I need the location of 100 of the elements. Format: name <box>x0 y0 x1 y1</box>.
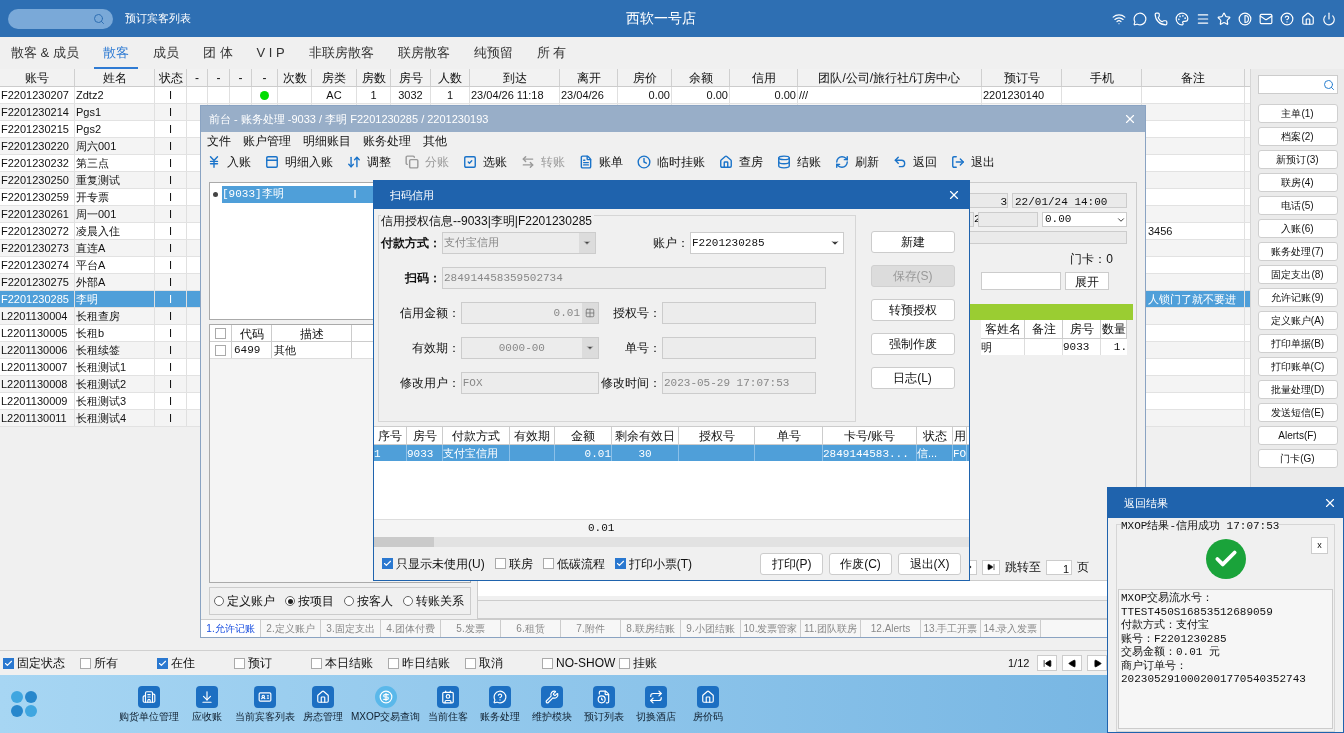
sidebar-button[interactable]: 档案(2) <box>1257 127 1338 146</box>
column-header[interactable]: - <box>230 69 252 86</box>
column-header[interactable]: - <box>252 69 278 86</box>
dock-item[interactable]: 当前住客 <box>423 685 474 723</box>
select-field[interactable]: F2201230285 <box>690 232 844 254</box>
toolbar-button[interactable]: 账单 <box>579 153 623 171</box>
checkbox[interactable] <box>542 657 553 669</box>
column-header[interactable]: 序号 <box>374 427 407 444</box>
dismiss-button[interactable]: x <box>1311 537 1328 554</box>
sidebar-button[interactable]: 批量处理(D) <box>1257 380 1338 399</box>
contrast-icon[interactable] <box>1238 11 1252 26</box>
tab[interactable]: 7.附件 <box>561 620 621 637</box>
tab[interactable]: 联房散客 <box>388 39 459 69</box>
close-icon[interactable] <box>947 188 961 202</box>
radio-button[interactable] <box>285 596 295 606</box>
checkbox[interactable] <box>542 558 554 569</box>
toolbar-button[interactable]: 调整 <box>347 153 391 171</box>
dock-item[interactable]: 预订列表 <box>579 685 630 723</box>
column-header[interactable]: 离开 <box>560 69 618 86</box>
checkbox[interactable] <box>234 657 245 669</box>
tab[interactable]: 6.租赁 <box>501 620 561 637</box>
toolbar-button[interactable]: 结账 <box>777 153 821 171</box>
tab[interactable]: 3.固定支出 <box>321 620 381 637</box>
input-field[interactable] <box>978 212 1038 227</box>
next-page-button[interactable] <box>1087 655 1108 671</box>
checkbox[interactable] <box>311 657 322 669</box>
close-icon[interactable] <box>1323 496 1337 510</box>
tab[interactable]: V I P <box>247 39 294 69</box>
column-header[interactable]: 金额 <box>555 427 612 444</box>
column-header[interactable]: 房数 <box>357 69 391 86</box>
column-header[interactable]: 有效期 <box>510 427 555 444</box>
reservation-list-link[interactable]: 预订宾客列表 <box>125 10 191 27</box>
column-header[interactable]: 团队/公司/旅行社/订房中心 <box>798 69 982 86</box>
checkbox[interactable] <box>215 344 226 356</box>
checkbox[interactable] <box>494 558 506 569</box>
column-header[interactable]: 房价 <box>618 69 672 86</box>
column-header[interactable]: 余额 <box>672 69 730 86</box>
sidebar-button[interactable]: 门卡(G) <box>1257 449 1338 468</box>
column-header[interactable]: 房类 <box>312 69 357 86</box>
column-header[interactable]: 描述 <box>272 325 352 341</box>
dock-item[interactable]: 当前宾客列表 <box>234 685 296 723</box>
tab[interactable]: 所 有 <box>527 39 576 69</box>
tab[interactable]: 2.定义账户 <box>261 620 321 637</box>
sidebar-button[interactable]: 发送短信(E) <box>1257 403 1338 422</box>
amount-select[interactable]: 0.00 <box>1042 212 1127 227</box>
dock-item[interactable]: MXOP交易查询 <box>350 685 422 723</box>
tab[interactable]: 10.发票管家 <box>741 620 801 637</box>
column-header[interactable]: 授权号 <box>679 427 755 444</box>
toolbar-button[interactable]: 返回 <box>893 153 937 171</box>
checkbox[interactable] <box>619 657 630 669</box>
tab[interactable]: 纯预留 <box>464 39 522 69</box>
toolbar-button[interactable]: 入账 <box>207 153 251 171</box>
home-icon[interactable] <box>1301 11 1315 26</box>
dock-item[interactable]: 房态管理 <box>298 685 348 723</box>
checkbox[interactable] <box>388 657 399 669</box>
chat-icon[interactable] <box>1133 11 1147 26</box>
column-header[interactable]: 次数 <box>278 69 312 86</box>
checkbox[interactable] <box>3 657 14 669</box>
chevron-down-icon[interactable] <box>830 238 840 248</box>
table-row[interactable]: F2201230207 Zdtz2 I AC 1 3032 1 23/04/26 11:18 23/04/26 0.00 0.00 0.00 /// 2201230140 <box>0 87 1250 104</box>
column-header[interactable]: 房号 <box>407 427 443 444</box>
tab[interactable]: 成员 <box>143 39 188 69</box>
tab[interactable]: 1.允许记账 <box>201 620 261 637</box>
sidebar-button[interactable]: 允许记账(9) <box>1257 288 1338 307</box>
date-field[interactable]: 22/01/24 14:00 <box>1012 193 1127 208</box>
column-header[interactable]: 房号 <box>391 69 431 86</box>
checkbox[interactable] <box>157 657 168 669</box>
tab[interactable]: 8.联房结账 <box>621 620 681 637</box>
column-header[interactable]: 姓名 <box>75 69 155 86</box>
sidebar-button[interactable]: 账务处理(7) <box>1257 242 1338 261</box>
dock-item[interactable]: 应收账 <box>182 685 232 723</box>
menu-item[interactable]: 明细账目 <box>303 132 351 150</box>
radio-button[interactable] <box>344 596 354 606</box>
column-header[interactable]: 账号 <box>0 69 75 86</box>
dock-item[interactable]: 账务处理 <box>475 685 526 723</box>
checkbox[interactable] <box>614 558 626 569</box>
sidebar-button[interactable]: 打印账单(C) <box>1257 357 1338 376</box>
sidebar-button[interactable]: 入账(6) <box>1257 219 1338 238</box>
sidebar-button[interactable]: 主单(1) <box>1257 104 1338 123</box>
checkbox[interactable] <box>465 657 476 669</box>
dialog-button[interactable]: 日志(L) <box>870 367 955 389</box>
tab[interactable]: 13.手工开票 <box>921 620 981 637</box>
checkbox[interactable] <box>215 327 226 339</box>
toolbar-button[interactable]: 临时挂账 <box>637 153 705 171</box>
expand-button[interactable]: 展开 <box>1065 272 1109 290</box>
dock-item[interactable]: 维护模块 <box>527 685 578 723</box>
help-icon[interactable] <box>1280 11 1294 26</box>
star-icon[interactable] <box>1217 11 1231 26</box>
mail-icon[interactable] <box>1259 11 1273 26</box>
tab[interactable]: 散客 & 成员 <box>2 39 88 69</box>
sidebar-button[interactable]: 打印单据(B) <box>1257 334 1338 353</box>
palette-icon[interactable] <box>1175 11 1189 26</box>
scrollbar-thumb[interactable] <box>374 537 434 547</box>
first-page-button[interactable] <box>1037 655 1058 671</box>
dock-item[interactable]: 房价码 <box>683 685 734 723</box>
search-field[interactable] <box>1257 75 1338 94</box>
menu-item[interactable]: 其他 <box>423 132 447 150</box>
sidebar-button[interactable]: 定义账户(A) <box>1257 311 1338 330</box>
column-header[interactable]: 状态 <box>155 69 187 86</box>
dialog-button[interactable]: 转预授权 <box>870 299 955 321</box>
